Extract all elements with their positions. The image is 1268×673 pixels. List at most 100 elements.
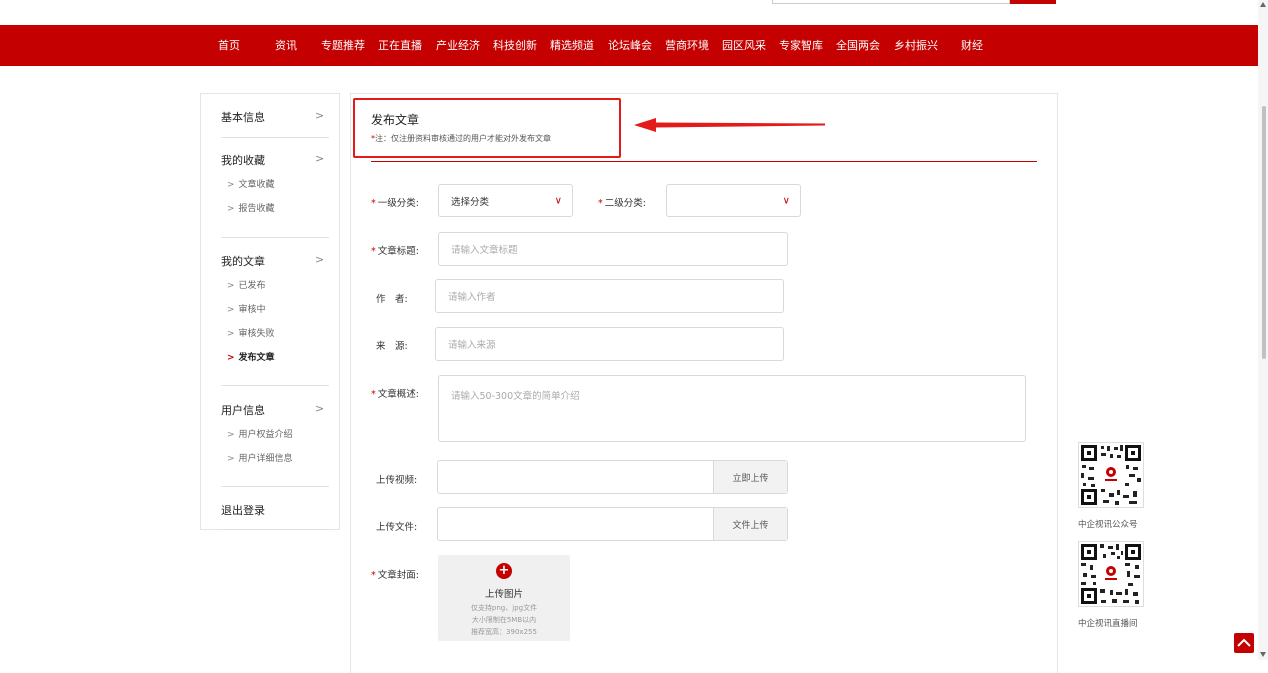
author-label: 作 者: xyxy=(376,294,408,305)
divider xyxy=(221,486,329,487)
nav-item-forum[interactable]: 论坛峰会 xyxy=(608,25,652,66)
nav-item-business[interactable]: 营商环境 xyxy=(665,25,709,66)
chevron-right-icon: > xyxy=(227,281,235,291)
category2-select[interactable]: ∨ xyxy=(666,184,801,217)
sidebar-item-rejected[interactable]: > 审核失败 xyxy=(227,326,275,339)
required-mark: * xyxy=(371,198,376,209)
divider xyxy=(221,529,329,530)
sidebar-item-label: 文章收藏 xyxy=(238,180,275,190)
select-value: 选择分类 xyxy=(451,196,490,208)
back-to-top-button[interactable] xyxy=(1234,633,1254,653)
label-text: 一级分类: xyxy=(377,198,419,209)
sidebar-item-label: 审核中 xyxy=(238,305,266,315)
divider xyxy=(221,385,329,386)
nav-item-tech[interactable]: 科技创新 xyxy=(493,25,537,66)
upload-video-label: 上传视频: xyxy=(376,475,418,486)
sidebar-item-label: 发布文章 xyxy=(238,353,275,363)
sidebar-basic-info[interactable]: 基本信息 xyxy=(221,109,265,125)
top-search-input[interactable] xyxy=(772,0,1010,4)
chevron-down-icon: ∨ xyxy=(554,195,562,206)
nav-item-topics[interactable]: 专题推荐 xyxy=(321,25,365,66)
chevron-right-icon: > xyxy=(315,152,325,165)
sidebar-item-report-favorites[interactable]: > 报告收藏 xyxy=(227,201,275,214)
source-label: 来 源: xyxy=(376,341,408,352)
divider xyxy=(221,137,329,138)
required-mark: * xyxy=(371,246,376,257)
nav-item-finance[interactable]: 财经 xyxy=(961,25,983,66)
sidebar-item-label: 审核失败 xyxy=(238,329,275,339)
sidebar-item-user-rights[interactable]: > 用户权益介绍 xyxy=(227,427,293,440)
chevron-right-icon: > xyxy=(227,454,235,464)
cover-hint-size: 大小限制在5MB以内 xyxy=(471,616,537,624)
nav-item-rural[interactable]: 乡村振兴 xyxy=(894,25,938,66)
nav-item-news[interactable]: 资讯 xyxy=(275,25,297,66)
scrollbar-thumb[interactable] xyxy=(1262,106,1266,359)
nav-item-industry[interactable]: 产业经济 xyxy=(436,25,480,66)
cover-label: * 文章封面: xyxy=(371,567,419,581)
chevron-right-icon: > xyxy=(227,329,235,339)
chevron-right-icon: > xyxy=(227,353,235,363)
cover-hint-format: 仅支持png、jpg文件 xyxy=(470,604,538,612)
main-nav: 首页 资讯 专题推荐 正在直播 产业经济 科技创新 精选频道 论坛峰会 营商环境… xyxy=(0,25,1258,66)
plus-circle-icon: + xyxy=(496,563,512,579)
nav-item-experts[interactable]: 专家智库 xyxy=(779,25,823,66)
label-text: 文章概述: xyxy=(377,389,419,400)
qr-code-icon xyxy=(1081,445,1141,505)
upload-video-button[interactable]: 立即上传 xyxy=(713,461,787,493)
label-text: 二级分类: xyxy=(604,198,646,209)
sidebar-item-published[interactable]: > 已发布 xyxy=(227,278,266,291)
placeholder: 请输入来源 xyxy=(448,340,496,351)
live-qr-label: 中企视讯直播间 xyxy=(1078,619,1138,629)
cover-upload-area[interactable]: + 上传图片 仅支持png、jpg文件 大小限制在5MB以内 推荐宽高：390x… xyxy=(438,555,570,641)
upload-file-button[interactable]: 文件上传 xyxy=(713,508,787,540)
sidebar-item-publish-article[interactable]: > 发布文章 xyxy=(227,350,275,363)
divider xyxy=(221,237,329,238)
scroll-up-arrow-icon[interactable] xyxy=(1260,2,1266,7)
sidebar-item-label: 报告收藏 xyxy=(238,204,275,214)
annotation-highlight-box xyxy=(353,98,621,158)
chevron-right-icon: > xyxy=(315,402,325,415)
nav-item-sessions[interactable]: 全国两会 xyxy=(836,25,880,66)
title-divider xyxy=(371,161,1037,162)
article-title-label: * 文章标题: xyxy=(371,243,419,257)
nav-item-parks[interactable]: 园区风采 xyxy=(722,25,766,66)
category1-label: * 一级分类: xyxy=(371,195,419,209)
category1-select[interactable]: 选择分类 ∨ xyxy=(438,184,573,217)
required-mark: * xyxy=(598,198,603,209)
upload-video-field[interactable]: 立即上传 xyxy=(437,460,788,494)
nav-item-live[interactable]: 正在直播 xyxy=(378,25,422,66)
chevron-right-icon: > xyxy=(227,180,235,190)
sidebar-item-label: 已发布 xyxy=(238,281,266,291)
required-mark: * xyxy=(371,389,376,400)
top-search-button[interactable] xyxy=(1010,0,1056,4)
summary-textarea[interactable]: 请输入50-300文章的简单介绍 xyxy=(438,375,1026,442)
nav-item-home[interactable]: 首页 xyxy=(218,25,240,66)
live-qr-code xyxy=(1078,541,1144,607)
sidebar-item-article-favorites[interactable]: > 文章收藏 xyxy=(227,177,275,190)
nav-item-featured[interactable]: 精选频道 xyxy=(550,25,594,66)
author-input[interactable]: 请输入作者 xyxy=(435,279,784,313)
wechat-qr-code xyxy=(1078,442,1144,508)
upload-file-label: 上传文件: xyxy=(376,522,418,533)
qr-code-icon xyxy=(1081,544,1141,604)
sidebar-item-reviewing[interactable]: > 审核中 xyxy=(227,302,266,315)
sidebar-my-articles[interactable]: 我的文章 xyxy=(221,253,265,269)
sidebar-favorites[interactable]: 我的收藏 xyxy=(221,152,265,168)
wechat-qr-label: 中企视讯公众号 xyxy=(1078,520,1138,530)
sidebar-item-user-details[interactable]: > 用户详细信息 xyxy=(227,451,293,464)
label-text: 文章标题: xyxy=(377,246,419,257)
placeholder: 请输入50-300文章的简单介绍 xyxy=(451,391,580,402)
label-text: 文章封面: xyxy=(377,570,419,581)
upload-file-field[interactable]: 文件上传 xyxy=(437,507,788,541)
source-input[interactable]: 请输入来源 xyxy=(435,327,784,361)
sidebar-user-info[interactable]: 用户信息 xyxy=(221,402,265,418)
chevron-right-icon: > xyxy=(227,305,235,315)
sidebar-item-label: 用户权益介绍 xyxy=(238,430,293,440)
placeholder: 请输入作者 xyxy=(448,292,496,303)
placeholder: 请输入文章标题 xyxy=(451,245,518,256)
scroll-down-arrow-icon[interactable] xyxy=(1260,652,1266,657)
cover-hint-dimensions: 推荐宽高：390x255 xyxy=(471,628,537,636)
chevron-down-icon: ∨ xyxy=(782,195,790,206)
sidebar-logout[interactable]: 退出登录 xyxy=(221,502,265,518)
article-title-input[interactable]: 请输入文章标题 xyxy=(438,232,788,266)
